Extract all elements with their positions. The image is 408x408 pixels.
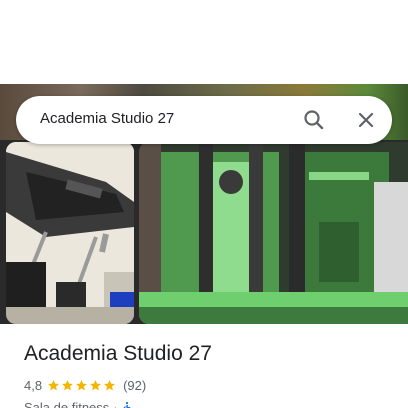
wheelchair-accessible-icon [123, 401, 131, 408]
rating-value: 4,8 [24, 377, 43, 393]
star-icon [48, 379, 59, 390]
star-icon [104, 379, 115, 390]
search-bar[interactable]: Academia Studio 27 [16, 96, 392, 144]
search-query[interactable]: Academia Studio 27 [40, 110, 174, 127]
review-count[interactable]: (92) [123, 378, 146, 393]
close-icon[interactable] [352, 106, 380, 134]
place-category: Sala de fitness [24, 399, 110, 408]
top-blank-area [0, 0, 408, 84]
separator: · [113, 399, 118, 408]
gallery-photo-2[interactable] [139, 142, 408, 324]
gym-machines-photo [139, 142, 408, 324]
search-icon[interactable] [300, 106, 328, 134]
star-icon [90, 379, 101, 390]
gallery-photo-1[interactable] [6, 142, 134, 324]
place-title: Academia Studio 27 [24, 342, 212, 365]
star-icon [62, 379, 73, 390]
rating-row[interactable]: 4,8 (92) [24, 376, 146, 394]
category-row: Sala de fitness · [24, 398, 134, 408]
star-rating [47, 379, 117, 392]
star-icon [76, 379, 87, 390]
treadmill-photo [6, 142, 134, 324]
